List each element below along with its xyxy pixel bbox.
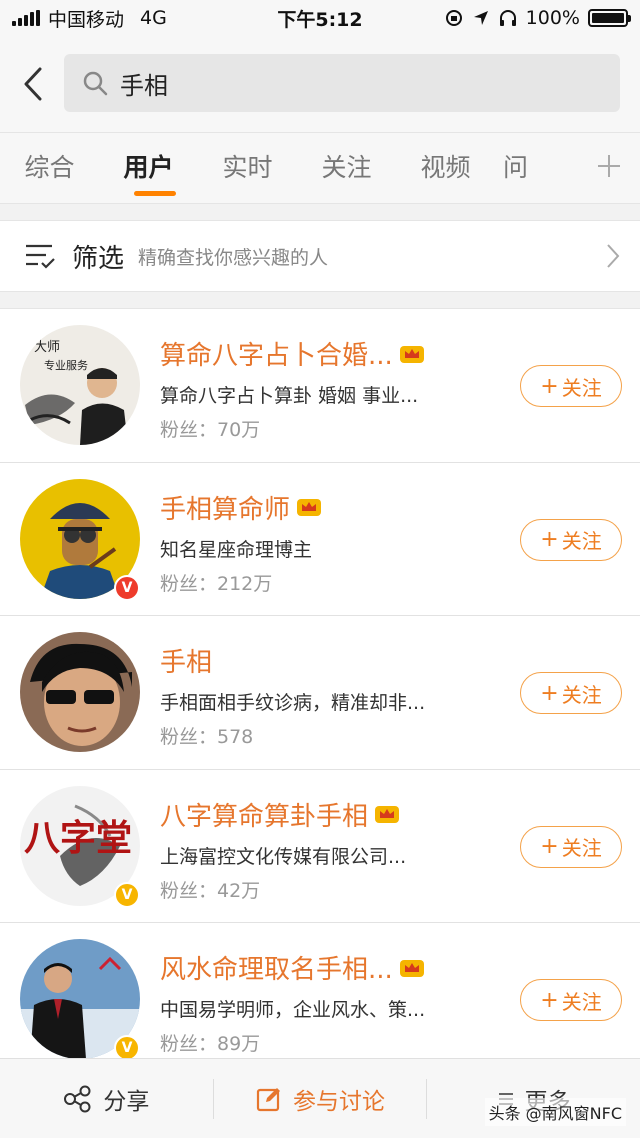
- avatar[interactable]: 大师 专业服务: [20, 325, 140, 445]
- user-description: 知名星座命理博主: [160, 538, 313, 561]
- share-icon: [64, 1085, 91, 1112]
- clock: 下午5:12: [277, 8, 363, 31]
- search-query: 手相: [120, 71, 168, 100]
- user-description: 算命八字占卜算卦 婚姻 事业...: [160, 385, 419, 407]
- filter-icon: [26, 244, 55, 269]
- follow-label: 关注: [561, 375, 602, 400]
- user-fans: 粉丝：578: [160, 726, 254, 748]
- verified-badge-icon: V: [114, 574, 140, 601]
- user-fans: 粉丝：89万: [160, 1033, 261, 1055]
- vip-crown-icon: [399, 959, 424, 977]
- follow-button[interactable]: + 关注: [520, 825, 622, 868]
- user-description: 中国易学明师，企业风水、策...: [160, 999, 426, 1021]
- headphones-icon: [499, 10, 516, 26]
- vip-crown-icon: [297, 499, 322, 516]
- carrier-label: 中国移动: [48, 8, 125, 31]
- chevron-left-icon: [24, 67, 42, 101]
- tab-comprehensive[interactable]: 综合: [0, 132, 99, 204]
- user-name[interactable]: 算命八字占卜合婚...: [160, 335, 393, 372]
- vip-crown-icon: [375, 806, 400, 823]
- share-label: 分享: [103, 1088, 150, 1115]
- chevron-right-icon: [607, 244, 620, 268]
- search-icon: [83, 71, 108, 96]
- edit-icon: [256, 1087, 280, 1111]
- status-bar: 中国移动 4G 下午5:12 100%: [0, 0, 640, 36]
- follow-button[interactable]: + 关注: [520, 365, 622, 407]
- battery-percent: 100%: [525, 7, 580, 29]
- filter-title: 筛选: [72, 243, 125, 274]
- user-description: 手相面相手纹诊病，精准却非...: [160, 692, 426, 714]
- discuss-label: 参与讨论: [293, 1088, 385, 1115]
- user-name[interactable]: 手相: [160, 642, 212, 679]
- avatar-text-top: 大师: [34, 340, 60, 355]
- avatar-brand-text: 八字堂: [24, 817, 132, 859]
- follow-label: 关注: [561, 529, 602, 553]
- tab-following[interactable]: 关注: [297, 132, 396, 204]
- list-item[interactable]: 大师 专业服务 算命八字占卜合婚... 算命八字占卜算卦 婚姻 事业... 粉丝…: [0, 309, 640, 463]
- follow-label: 关注: [561, 989, 602, 1014]
- search-header: 手相: [0, 36, 640, 132]
- plus-icon: +: [540, 373, 559, 399]
- battery-icon: [588, 9, 631, 27]
- search-input[interactable]: 手相: [64, 54, 620, 112]
- tab-realtime[interactable]: 实时: [198, 132, 297, 204]
- rotation-lock-icon: [445, 10, 462, 26]
- follow-button[interactable]: + 关注: [520, 979, 622, 1021]
- follow-label: 关注: [561, 836, 602, 860]
- plus-icon: +: [540, 527, 559, 552]
- signal-icon: [12, 10, 40, 26]
- plus-icon: +: [540, 987, 559, 1013]
- discuss-button[interactable]: 参与讨论: [212, 1078, 428, 1119]
- tab-video[interactable]: 视频: [396, 132, 495, 204]
- network-label: 4G: [140, 7, 167, 29]
- list-item[interactable]: V 风水命理取名手相... 中国易学明师，企业风水、策... 粉丝：89万 + 关…: [0, 923, 640, 1058]
- user-fans: 粉丝：212万: [160, 572, 273, 595]
- follow-label: 关注: [561, 682, 602, 707]
- follow-button[interactable]: + 关注: [520, 672, 622, 714]
- user-description: 上海富控文化传媒有限公司...: [160, 845, 407, 868]
- location-icon: [473, 11, 488, 25]
- verified-badge-icon: V: [114, 1035, 140, 1058]
- tab-qa[interactable]: 问: [495, 132, 539, 204]
- verified-badge-icon: V: [114, 881, 140, 908]
- user-name[interactable]: 手相算命师: [160, 489, 290, 526]
- user-list: 大师 专业服务 算命八字占卜合婚... 算命八字占卜算卦 婚姻 事业... 粉丝…: [0, 308, 640, 1058]
- back-button[interactable]: [18, 64, 48, 104]
- filter-row[interactable]: 筛选 精确查找你感兴趣的人: [0, 220, 640, 292]
- user-name[interactable]: 八字算命算卦手相: [160, 796, 368, 833]
- list-item[interactable]: V 手相算命师 知名星座命理博主 粉丝：212万 + 关注: [0, 463, 640, 616]
- search-tabs: 综合 用户 实时 关注 视频 问: [0, 132, 640, 204]
- add-tab-button[interactable]: [596, 151, 622, 185]
- plus-icon: +: [540, 680, 559, 706]
- avatar[interactable]: [20, 632, 140, 752]
- avatar-text-bottom: 专业服务: [44, 358, 88, 372]
- user-fans: 粉丝：70万: [160, 419, 261, 441]
- tab-users[interactable]: 用户: [99, 132, 198, 204]
- follow-button[interactable]: + 关注: [520, 518, 622, 561]
- watermark: 头条 @南风窗NFC: [484, 1098, 626, 1126]
- plus-icon: [598, 155, 620, 177]
- user-name[interactable]: 风水命理取名手相...: [160, 949, 393, 986]
- user-fans: 粉丝：42万: [160, 879, 261, 902]
- vip-crown-icon: [399, 345, 424, 363]
- share-button[interactable]: 分享: [0, 1079, 213, 1119]
- filter-subtitle: 精确查找你感兴趣的人: [138, 246, 329, 269]
- plus-icon: +: [540, 834, 559, 859]
- list-item[interactable]: 八字堂 V 八字算命算卦手相 上海富控文化传媒有限公司... 粉丝：42万 + 关…: [0, 770, 640, 923]
- list-item[interactable]: 手相 手相面相手纹诊病，精准却非... 粉丝：578 + 关注: [0, 616, 640, 770]
